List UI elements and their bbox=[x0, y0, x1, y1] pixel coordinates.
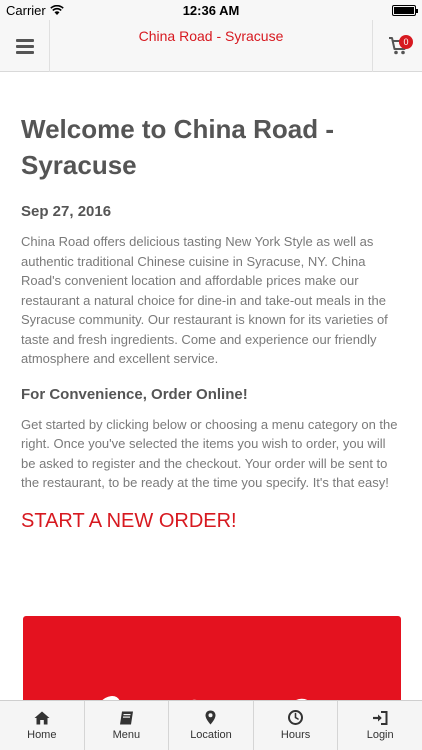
start-new-order-link[interactable]: START A NEW ORDER! bbox=[21, 510, 401, 533]
tab-label: Hours bbox=[280, 729, 311, 741]
bottom-tab-bar: Home Menu Location Hours Login bbox=[0, 700, 422, 750]
login-icon bbox=[373, 710, 388, 725]
page-title: Welcome to China Road - Syracuse bbox=[21, 114, 334, 180]
instructions-paragraph: Get started by clicking below or choosin… bbox=[21, 416, 398, 491]
status-time: 12:36 AM bbox=[182, 3, 240, 18]
cart-count-badge: 0 bbox=[399, 35, 413, 49]
tab-label: Home bbox=[27, 728, 57, 741]
tab-label: Location bbox=[190, 729, 232, 741]
intro-paragraph: China Road offers delicious tasting New … bbox=[21, 234, 388, 366]
home-icon bbox=[34, 711, 50, 724]
menu-button[interactable] bbox=[0, 20, 50, 72]
main-content: Welcome to China Road - Syracuse Sep 27,… bbox=[0, 73, 422, 533]
tab-label: Menu bbox=[112, 728, 141, 741]
app-header: China Road - Syracuse 0 bbox=[0, 20, 422, 72]
order-online-heading: For Convenience, Order Online! bbox=[21, 385, 248, 403]
post-date: Sep 27, 2016 bbox=[21, 203, 112, 220]
battery-icon bbox=[392, 5, 418, 16]
tab-home[interactable]: Home bbox=[0, 701, 85, 750]
tab-hours[interactable]: Hours bbox=[254, 701, 339, 750]
book-icon bbox=[119, 711, 133, 724]
cart-button[interactable]: 0 bbox=[372, 20, 422, 72]
tab-label: Login bbox=[366, 728, 394, 741]
tab-menu[interactable]: Menu bbox=[85, 701, 170, 750]
clock-icon bbox=[288, 710, 304, 725]
status-bar: Carrier 12:36 AM bbox=[0, 0, 422, 20]
hamburger-icon bbox=[15, 38, 34, 54]
map-marker-icon bbox=[205, 710, 216, 725]
tab-login[interactable]: Login bbox=[338, 701, 422, 750]
tab-location[interactable]: Location bbox=[169, 701, 254, 750]
app-title: China Road - Syracuse bbox=[138, 28, 284, 44]
